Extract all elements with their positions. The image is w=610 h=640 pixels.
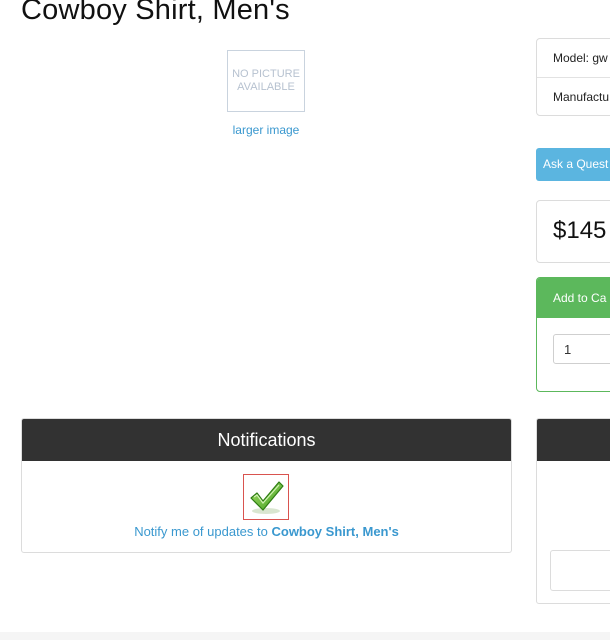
page-title: Cowboy Shirt, Men's [21,0,290,26]
manufacturer-row: Manufactu [537,77,610,115]
add-to-cart-header: Add to Ca [537,278,610,318]
model-row: Model: gw [553,51,608,65]
notifications-header: Notifications [22,419,511,461]
notify-me-link[interactable]: Notify me of updates to Cowboy Shirt, Me… [22,524,511,539]
page: Cowboy Shirt, Men's NO PICTURE AVAILABLE… [0,0,610,640]
notify-product-name: Cowboy Shirt, Men's [271,524,399,539]
larger-image-link[interactable]: larger image [227,123,305,137]
side-panel-header [537,419,610,461]
product-info-card: Model: gw Manufactu [536,38,610,116]
ask-question-button[interactable]: Ask a Quest [536,148,610,181]
notify-text-prefix: Notify me of updates to [134,524,272,539]
add-to-cart-card: Add to Ca [536,277,610,392]
checkmark-graphic [250,481,284,514]
checkmark-icon[interactable] [243,474,289,520]
footer-strip [0,632,610,640]
no-picture-text: NO PICTURE AVAILABLE [232,68,300,93]
side-panel [536,418,610,604]
side-panel-field[interactable] [550,550,610,591]
product-image[interactable]: NO PICTURE AVAILABLE [227,50,305,112]
notifications-panel: Notifications Notify me of updates to Co… [21,418,512,553]
quantity-input[interactable] [553,334,610,364]
price-display: $145 [536,200,610,263]
